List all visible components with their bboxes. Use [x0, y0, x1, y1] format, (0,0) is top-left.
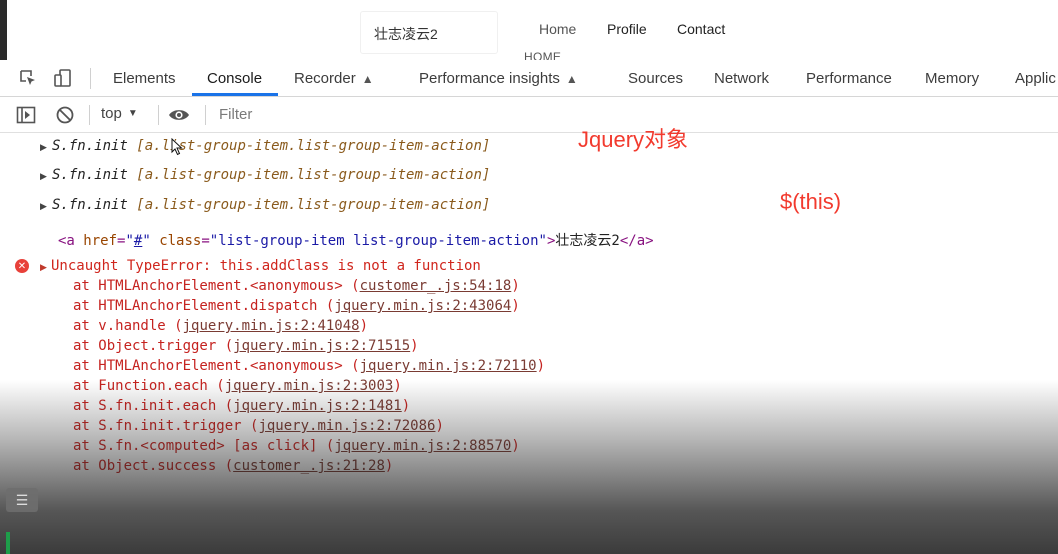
- log-object: S.fn.init [a.list-group-item.list-group-…: [52, 197, 490, 213]
- eye-icon[interactable]: [168, 104, 190, 126]
- log-object: S.fn.init [a.list-group-item.list-group-…: [52, 138, 490, 154]
- tab-sources[interactable]: Sources: [628, 70, 683, 87]
- expand-triangle-icon[interactable]: ▶: [40, 201, 47, 212]
- frame-source-link[interactable]: jquery.min.js:2:72086: [258, 418, 435, 434]
- nav-contact-link[interactable]: Contact: [677, 21, 725, 37]
- clear-console-icon[interactable]: [54, 104, 76, 126]
- object-selector: [a.list-group-item.list-group-item-actio…: [136, 167, 491, 183]
- toolbar-divider: [90, 68, 91, 89]
- home-heading: HOME: [524, 50, 562, 60]
- console-toolbar: top ▼: [0, 97, 1058, 133]
- frame-source-link[interactable]: jquery.min.js:2:88570: [334, 438, 511, 454]
- frame-source-link[interactable]: jquery.min.js:2:3003: [225, 378, 394, 394]
- stack-frame: at S.fn.init.trigger (jquery.min.js:2:72…: [73, 418, 444, 434]
- inspect-icon[interactable]: [17, 67, 39, 89]
- frame-source-link[interactable]: jquery.min.js:2:1481: [233, 398, 402, 414]
- stack-frame: at Function.each (jquery.min.js:2:3003): [73, 378, 402, 394]
- log-object: S.fn.init [a.list-group-item.list-group-…: [52, 167, 490, 183]
- frame-function: at HTMLAnchorElement.dispatch: [73, 298, 326, 314]
- log-row[interactable]: ▶ S.fn.init [a.list-group-item.list-grou…: [0, 193, 1058, 221]
- toolbar-divider: [205, 105, 206, 125]
- console-output: ▶ S.fn.init [a.list-group-item.list-grou…: [0, 133, 1058, 554]
- context-value: top: [101, 105, 122, 122]
- frame-function: at Function.each: [73, 378, 217, 394]
- html-open-tag: <a: [58, 233, 75, 249]
- tab-console[interactable]: Console: [207, 70, 262, 87]
- tab-performance[interactable]: Performance: [806, 70, 892, 87]
- log-row[interactable]: ▶ S.fn.init [a.list-group-item.list-grou…: [0, 163, 1058, 191]
- object-selector: [a.list-group-item.list-group-item-actio…: [136, 197, 491, 213]
- frame-source-link[interactable]: jquery.min.js:2:72110: [360, 358, 537, 374]
- stack-frame: at Object.trigger (jquery.min.js:2:71515…: [73, 338, 419, 354]
- tab-memory[interactable]: Memory: [925, 70, 979, 87]
- window-edge: [0, 0, 7, 60]
- tab-application[interactable]: Applic: [1015, 70, 1056, 87]
- object-selector: [a.list-group-item.list-group-item-actio…: [136, 138, 491, 154]
- frame-source-link[interactable]: customer_.js:21:28: [233, 458, 385, 474]
- tab-performance-insights-label: Performance insights: [419, 70, 560, 87]
- error-text: Uncaught TypeError: this.addClass is not…: [51, 258, 481, 274]
- expand-triangle-icon[interactable]: ▶: [40, 262, 47, 273]
- tab-performance-insights[interactable]: Performance insights ▲: [419, 70, 578, 87]
- devtools-tabbar: Elements Console Recorder ▲ Performance i…: [0, 60, 1058, 97]
- nav-profile-link[interactable]: Profile: [607, 21, 647, 37]
- error-message[interactable]: ✕ ▶ Uncaught TypeError: this.addClass is…: [0, 254, 1058, 494]
- stack-frame: at HTMLAnchorElement.<anonymous> (jquery…: [73, 358, 546, 374]
- frame-function: at HTMLAnchorElement.<anonymous>: [73, 358, 352, 374]
- frame-function: at Object.success: [73, 458, 225, 474]
- frame-source-link[interactable]: jquery.min.js:2:71515: [233, 338, 410, 354]
- mouse-cursor-icon: [171, 138, 183, 156]
- annotation-this: $(this): [780, 189, 842, 214]
- toolbar-divider: [89, 105, 90, 125]
- expand-triangle-icon[interactable]: ▶: [40, 171, 47, 182]
- html-attr-name: href: [83, 233, 118, 249]
- frame-function: at S.fn.init.trigger: [73, 418, 251, 434]
- frame-function: at S.fn.init.each: [73, 398, 225, 414]
- page-title: 壮志凌云2: [374, 26, 438, 42]
- toolbar-divider: [158, 105, 159, 125]
- stack-frame: at HTMLAnchorElement.dispatch (jquery.mi…: [73, 298, 520, 314]
- stack-frame: at S.fn.<computed> [as click] (jquery.mi…: [73, 438, 520, 454]
- expand-triangle-icon[interactable]: ▶: [40, 142, 47, 153]
- object-prefix: S.fn.init: [52, 167, 137, 183]
- stack-frame: at Object.success (customer_.js:21:28): [73, 458, 394, 474]
- flask-icon: ▲: [565, 72, 578, 86]
- stack-frame: at v.handle (jquery.min.js:2:41048): [73, 318, 369, 334]
- filter-input[interactable]: [214, 102, 624, 126]
- frame-source-link[interactable]: jquery.min.js:2:41048: [183, 318, 360, 334]
- nav-home-link[interactable]: Home: [539, 21, 576, 37]
- tab-network[interactable]: Network: [714, 70, 769, 87]
- stack-frame: at S.fn.init.each (jquery.min.js:2:1481): [73, 398, 411, 414]
- html-close-tag: </a>: [619, 233, 654, 249]
- object-prefix: S.fn.init: [52, 197, 137, 213]
- tab-recorder[interactable]: Recorder ▲: [294, 70, 374, 87]
- log-row[interactable]: ▶ S.fn.init [a.list-group-item.list-grou…: [0, 134, 1058, 162]
- stack-frame: at HTMLAnchorElement.<anonymous> (custom…: [73, 278, 520, 294]
- tab-recorder-label: Recorder: [294, 70, 356, 87]
- device-toolbar-icon[interactable]: [52, 67, 74, 89]
- active-tab-indicator: [192, 93, 278, 96]
- html-class-value: list-group-item list-group-item-action: [218, 233, 539, 249]
- sidebar-toggle-icon[interactable]: [15, 104, 37, 126]
- frame-function: at v.handle: [73, 318, 175, 334]
- object-prefix: S.fn.init: [52, 138, 137, 154]
- webpage-header: 壮志凌云2 Home Profile Contact HOME: [0, 0, 1058, 60]
- html-attr-name: class: [159, 233, 202, 249]
- html-text: 壮志凌云2: [555, 233, 620, 249]
- frame-source-link[interactable]: jquery.min.js:2:43064: [334, 298, 511, 314]
- html-element-log[interactable]: <a href="#" class="list-group-item list-…: [58, 230, 654, 250]
- tab-elements[interactable]: Elements: [113, 70, 176, 87]
- flask-icon: ▲: [361, 72, 374, 86]
- frame-function: at Object.trigger: [73, 338, 225, 354]
- context-selector[interactable]: top ▼: [101, 105, 138, 122]
- frame-function: at HTMLAnchorElement.<anonymous>: [73, 278, 352, 294]
- status-indicator: [6, 532, 10, 554]
- frame-source-link[interactable]: customer_.js:54:18: [360, 278, 512, 294]
- annotation-jquery-object: Jquery对象: [578, 127, 689, 152]
- dropdown-arrow-icon: ▼: [127, 108, 138, 119]
- error-icon: ✕: [15, 259, 29, 273]
- drawer-icon[interactable]: ☰: [6, 488, 38, 512]
- frame-function: at S.fn.<computed> [as click]: [73, 438, 326, 454]
